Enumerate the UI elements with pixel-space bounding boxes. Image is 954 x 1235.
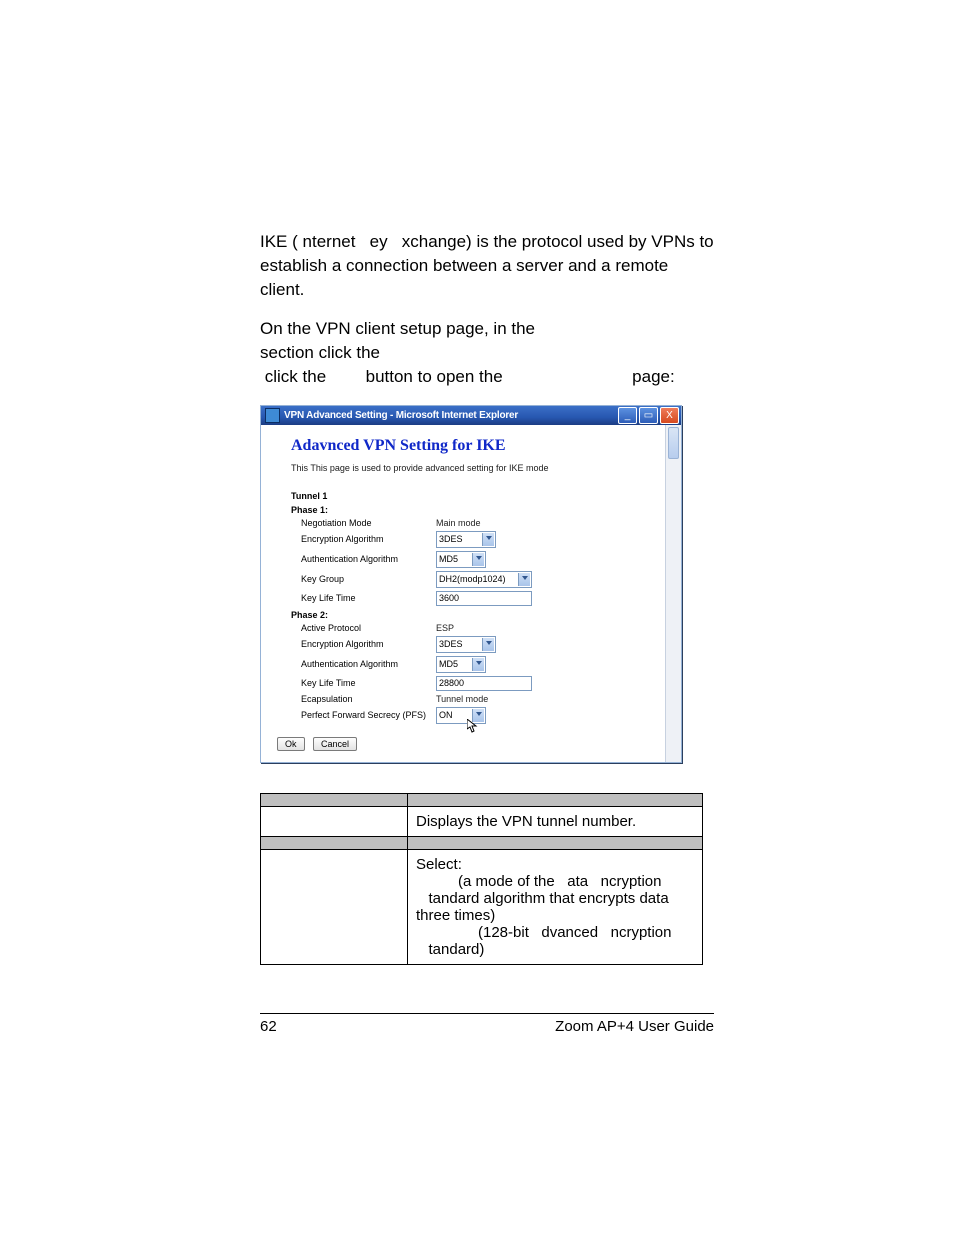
encapsulation-label: Ecapsulation xyxy=(291,694,436,704)
table-header-row xyxy=(261,836,703,849)
minimize-button[interactable]: _ xyxy=(618,407,637,424)
encapsulation-value: Tunnel mode xyxy=(436,694,488,704)
tunnel-label: Tunnel 1 xyxy=(291,491,649,501)
guide-title: Zoom AP+4 User Guide xyxy=(555,1018,714,1035)
negotiation-mode-value: Main mode xyxy=(436,518,481,528)
maximize-button[interactable]: ▭ xyxy=(639,407,658,424)
phase2-label: Phase 2: xyxy=(291,610,649,620)
settings-table: Displays the VPN tunnel number. Select: … xyxy=(260,793,703,965)
phase1-label: Phase 1: xyxy=(291,505,649,515)
cursor-icon xyxy=(467,719,479,733)
intro-para-1: IKE ( nternet ey xchange) is the protoco… xyxy=(260,230,714,301)
auth2-select[interactable]: MD5 xyxy=(436,656,486,673)
encryption-desc: Select: (a mode of the ata ncryption tan… xyxy=(408,849,703,964)
scrollbar[interactable] xyxy=(665,425,681,762)
ie-icon xyxy=(265,408,280,423)
keylife2-label: Key Life Time xyxy=(291,678,436,688)
page-heading: Adavnced VPN Setting for IKE xyxy=(291,437,649,455)
intro-para-2: On the VPN client setup page, in the sec… xyxy=(260,317,714,388)
table-header-row xyxy=(261,793,703,806)
encryption2-label: Encryption Algorithm xyxy=(291,639,436,649)
ie-window: VPN Advanced Setting - Microsoft Interne… xyxy=(260,405,682,763)
table-row: Select: (a mode of the ata ncryption tan… xyxy=(261,849,703,964)
page-footer: 62 Zoom AP+4 User Guide xyxy=(260,1013,714,1035)
page-number: 62 xyxy=(260,1018,277,1035)
tunnel-desc: Displays the VPN tunnel number. xyxy=(408,806,703,836)
window-title: VPN Advanced Setting - Microsoft Interne… xyxy=(284,410,616,421)
cancel-button[interactable]: Cancel xyxy=(313,737,357,751)
active-protocol-value: ESP xyxy=(436,623,454,633)
encryption1-label: Encryption Algorithm xyxy=(291,534,436,544)
negotiation-mode-label: Negotiation Mode xyxy=(291,518,436,528)
close-button[interactable]: X xyxy=(660,407,679,424)
encryption1-select[interactable]: 3DES xyxy=(436,531,496,548)
page-subtext: This This page is used to provide advanc… xyxy=(291,463,649,473)
auth2-label: Authentication Algorithm xyxy=(291,659,436,669)
active-protocol-label: Active Protocol xyxy=(291,623,436,633)
ok-button[interactable]: Ok xyxy=(277,737,305,751)
keygroup-label: Key Group xyxy=(291,574,436,584)
keylife2-input[interactable]: 28800 xyxy=(436,676,532,691)
keygroup-select[interactable]: DH2(modp1024) xyxy=(436,571,532,588)
table-row: Displays the VPN tunnel number. xyxy=(261,806,703,836)
pfs-label: Perfect Forward Secrecy (PFS) xyxy=(291,710,436,720)
titlebar: VPN Advanced Setting - Microsoft Interne… xyxy=(261,406,681,425)
encryption2-select[interactable]: 3DES xyxy=(436,636,496,653)
auth1-select[interactable]: MD5 xyxy=(436,551,486,568)
keylife1-label: Key Life Time xyxy=(291,593,436,603)
keylife1-input[interactable]: 3600 xyxy=(436,591,532,606)
auth1-label: Authentication Algorithm xyxy=(291,554,436,564)
